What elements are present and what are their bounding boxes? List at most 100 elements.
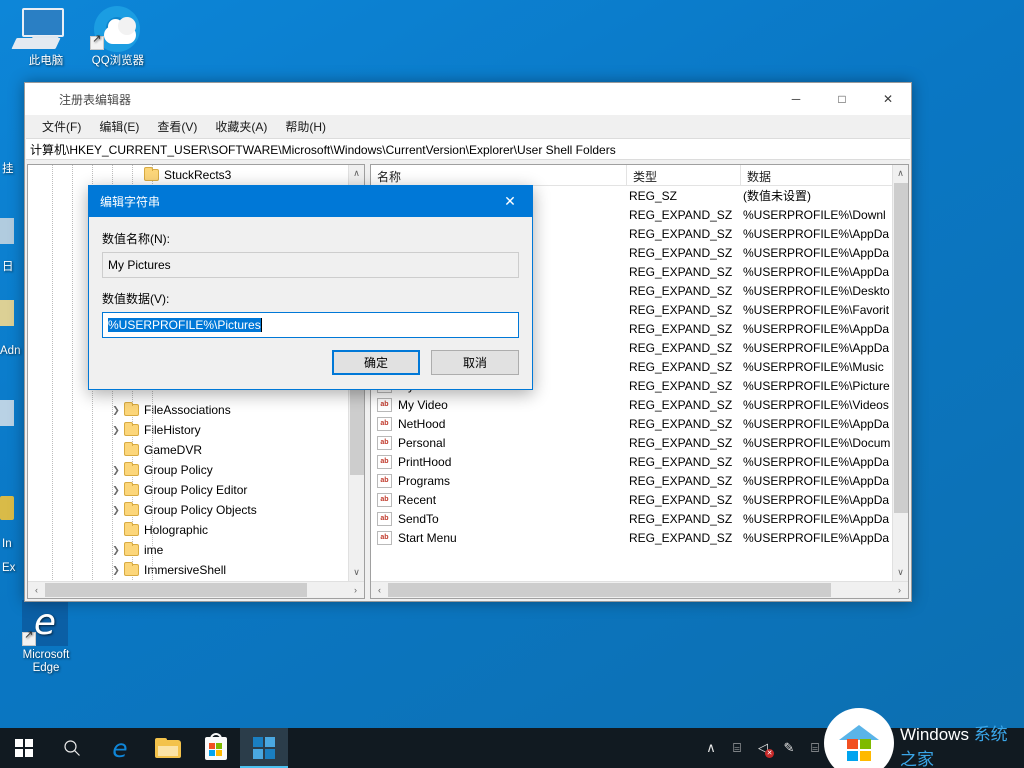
cell-data: %USERPROFILE%\AppDa — [743, 492, 890, 507]
list-horizontal-scrollbar[interactable]: ‹ › — [371, 581, 908, 598]
close-button[interactable]: ✕ — [865, 83, 911, 115]
tree-node-label: ime — [144, 543, 164, 557]
registry-editor-taskbar-button[interactable] — [240, 728, 288, 768]
table-row[interactable]: ab Start Menu REG_EXPAND_SZ %USERPROFILE%\A… — [371, 528, 892, 547]
network-icon[interactable]: ⌸ — [724, 728, 750, 768]
tree-node[interactable]: ❯ Group Policy — [28, 460, 348, 480]
list-vertical-scrollbar[interactable]: ∧ ∨ — [892, 165, 908, 581]
menu-item-file[interactable]: 文件(F) — [33, 115, 90, 138]
list-scroll-up-arrow[interactable]: ∧ — [893, 165, 908, 182]
cell-name: ab Programs — [371, 473, 627, 488]
table-row[interactable]: ab SendTo REG_EXPAND_SZ %USERPROFILE%\AppDa — [371, 509, 892, 528]
clipped-desktop-icon-5[interactable]: Ex — [2, 562, 15, 574]
tree-node[interactable]: ❯ FileAssociations — [28, 400, 348, 420]
maximize-button[interactable]: □ — [819, 83, 865, 115]
tree-horizontal-scrollbar[interactable]: ‹ › — [28, 581, 364, 598]
tree-node[interactable]: ❯ FileHistory — [28, 420, 348, 440]
table-row[interactable]: ab Programs REG_EXPAND_SZ %USERPROFILE%\App… — [371, 471, 892, 490]
list-scroll-left-arrow[interactable]: ‹ — [371, 585, 388, 595]
tree-node[interactable]: ❯ Group Policy Editor — [28, 480, 348, 500]
value-name-input[interactable]: My Pictures — [102, 252, 519, 278]
table-row[interactable]: ab NetHood REG_EXPAND_SZ %USERPROFILE%\AppD… — [371, 414, 892, 433]
tree-node[interactable]: GameDVR — [28, 440, 348, 460]
list-scroll-down-arrow[interactable]: ∨ — [893, 564, 908, 581]
desktop-icon-this-pc[interactable]: 此电脑 — [8, 6, 84, 68]
tree-scroll-left-arrow[interactable]: ‹ — [28, 585, 45, 595]
chevron-right-icon[interactable]: ❯ — [108, 565, 124, 576]
chevron-right-icon[interactable]: ❯ — [108, 485, 124, 496]
table-row[interactable]: ab My Video REG_EXPAND_SZ %USERPROFILE%\Vid… — [371, 395, 892, 414]
value-data-input[interactable]: %USERPROFILE%\Pictures — [102, 312, 519, 338]
menu-item-edit[interactable]: 编辑(E) — [90, 115, 148, 138]
desktop-icon-microsoft-edge[interactable]: e Microsoft Edge — [8, 600, 84, 675]
table-row[interactable]: ab Personal REG_EXPAND_SZ %USERPROFILE%\Doc… — [371, 433, 892, 452]
dialog-titlebar[interactable]: 编辑字符串 ✕ — [89, 186, 532, 217]
string-value-icon: ab — [377, 511, 392, 526]
table-row[interactable]: ab PrintHood REG_EXPAND_SZ %USERPROFILE%\Ap… — [371, 452, 892, 471]
window-titlebar[interactable]: 注册表编辑器 ─ □ ✕ — [25, 83, 911, 115]
microsoft-store-button[interactable] — [192, 728, 240, 768]
cell-data: %USERPROFILE%\AppDa — [743, 473, 890, 488]
clipped-desktop-icon-1[interactable]: 挂 — [2, 160, 14, 176]
value-data-label: 数值数据(V): — [102, 292, 170, 306]
value-name: My Video — [398, 397, 448, 412]
tree-node-label: ImmersiveShell — [144, 563, 227, 577]
menu-item-view[interactable]: 查看(V) — [148, 115, 206, 138]
qq-browser-icon — [80, 6, 156, 52]
search-icon — [64, 740, 80, 756]
cell-data: %USERPROFILE%\AppDa — [743, 321, 890, 336]
tree-node[interactable]: ❯ Group Policy Objects — [28, 500, 348, 520]
value-name: PrintHood — [398, 454, 452, 469]
address-bar[interactable]: 计算机\HKEY_CURRENT_USER\SOFTWARE\Microsoft… — [26, 138, 910, 160]
registry-icon — [35, 91, 51, 107]
value-name: Personal — [398, 435, 446, 450]
column-header-data[interactable]: 数据 — [741, 165, 908, 185]
chevron-right-icon[interactable]: ❯ — [108, 425, 124, 436]
ok-button[interactable]: 确定 — [332, 350, 420, 375]
edit-string-dialog: 编辑字符串 ✕ 数值名称(N): My Pictures 数值数据(V): %U… — [88, 185, 533, 390]
tree-node[interactable]: Holographic — [28, 520, 348, 540]
tree-scroll-up-arrow[interactable]: ∧ — [349, 165, 364, 182]
table-row[interactable]: ab Recent REG_EXPAND_SZ %USERPROFILE%\AppDa — [371, 490, 892, 509]
clipped-desktop-icon-2[interactable]: 日 — [2, 258, 14, 274]
menu-item-help[interactable]: 帮助(H) — [276, 115, 335, 138]
column-header-type[interactable]: 类型 — [627, 165, 741, 185]
chevron-right-icon[interactable]: ❯ — [108, 505, 124, 516]
menu-item-favorites[interactable]: 收藏夹(A) — [206, 115, 276, 138]
cell-type: REG_EXPAND_SZ — [629, 435, 733, 450]
search-button[interactable] — [48, 728, 96, 768]
tree-node[interactable]: StuckRects3 — [28, 165, 348, 185]
desktop-icon-qq-browser[interactable]: QQ浏览器 — [80, 6, 156, 68]
list-scroll-right-arrow[interactable]: › — [891, 585, 908, 595]
clipped-desktop-icon-3[interactable]: Adn — [0, 345, 20, 357]
tree-scroll-right-arrow[interactable]: › — [347, 585, 364, 595]
tree-node[interactable]: ❯ ImmersiveShell — [28, 560, 348, 580]
cancel-button[interactable]: 取消 — [431, 350, 519, 375]
chevron-right-icon[interactable]: ❯ — [108, 545, 124, 556]
tree-node[interactable]: ❯ ime — [28, 540, 348, 560]
cell-type: REG_EXPAND_SZ — [629, 264, 733, 279]
volume-muted-icon[interactable]: ◁ ✕ — [750, 728, 776, 768]
chevron-right-icon[interactable]: ❯ — [108, 465, 124, 476]
clipped-desktop-icon-4[interactable]: In — [2, 538, 12, 550]
file-explorer-button[interactable] — [144, 728, 192, 768]
edge-taskbar-button[interactable]: e — [96, 728, 144, 768]
column-header-name[interactable]: 名称 — [371, 165, 627, 185]
minimize-button[interactable]: ─ — [773, 83, 819, 115]
dialog-close-button[interactable]: ✕ — [488, 186, 532, 217]
tree-node-label: Group Policy — [144, 463, 213, 477]
list-scroll-thumb[interactable] — [894, 183, 908, 513]
start-button[interactable] — [0, 728, 48, 768]
shortcut-arrow-icon — [22, 629, 36, 646]
desktop-icon-label: QQ浏览器 — [91, 55, 145, 67]
tree-node-label: Holographic — [144, 523, 209, 537]
cell-type: REG_EXPAND_SZ — [629, 511, 733, 526]
cell-data: %USERPROFILE%\AppDa — [743, 226, 890, 241]
chevron-right-icon[interactable]: ❯ — [108, 405, 124, 416]
show-hidden-icons-button[interactable]: ∧ — [698, 728, 724, 768]
pen-icon[interactable]: ✎ — [776, 728, 802, 768]
tree-scroll-down-arrow[interactable]: ∨ — [349, 564, 364, 581]
cell-name: ab NetHood — [371, 416, 627, 431]
cell-name: ab Recent — [371, 492, 627, 507]
cell-name: ab My Video — [371, 397, 627, 412]
